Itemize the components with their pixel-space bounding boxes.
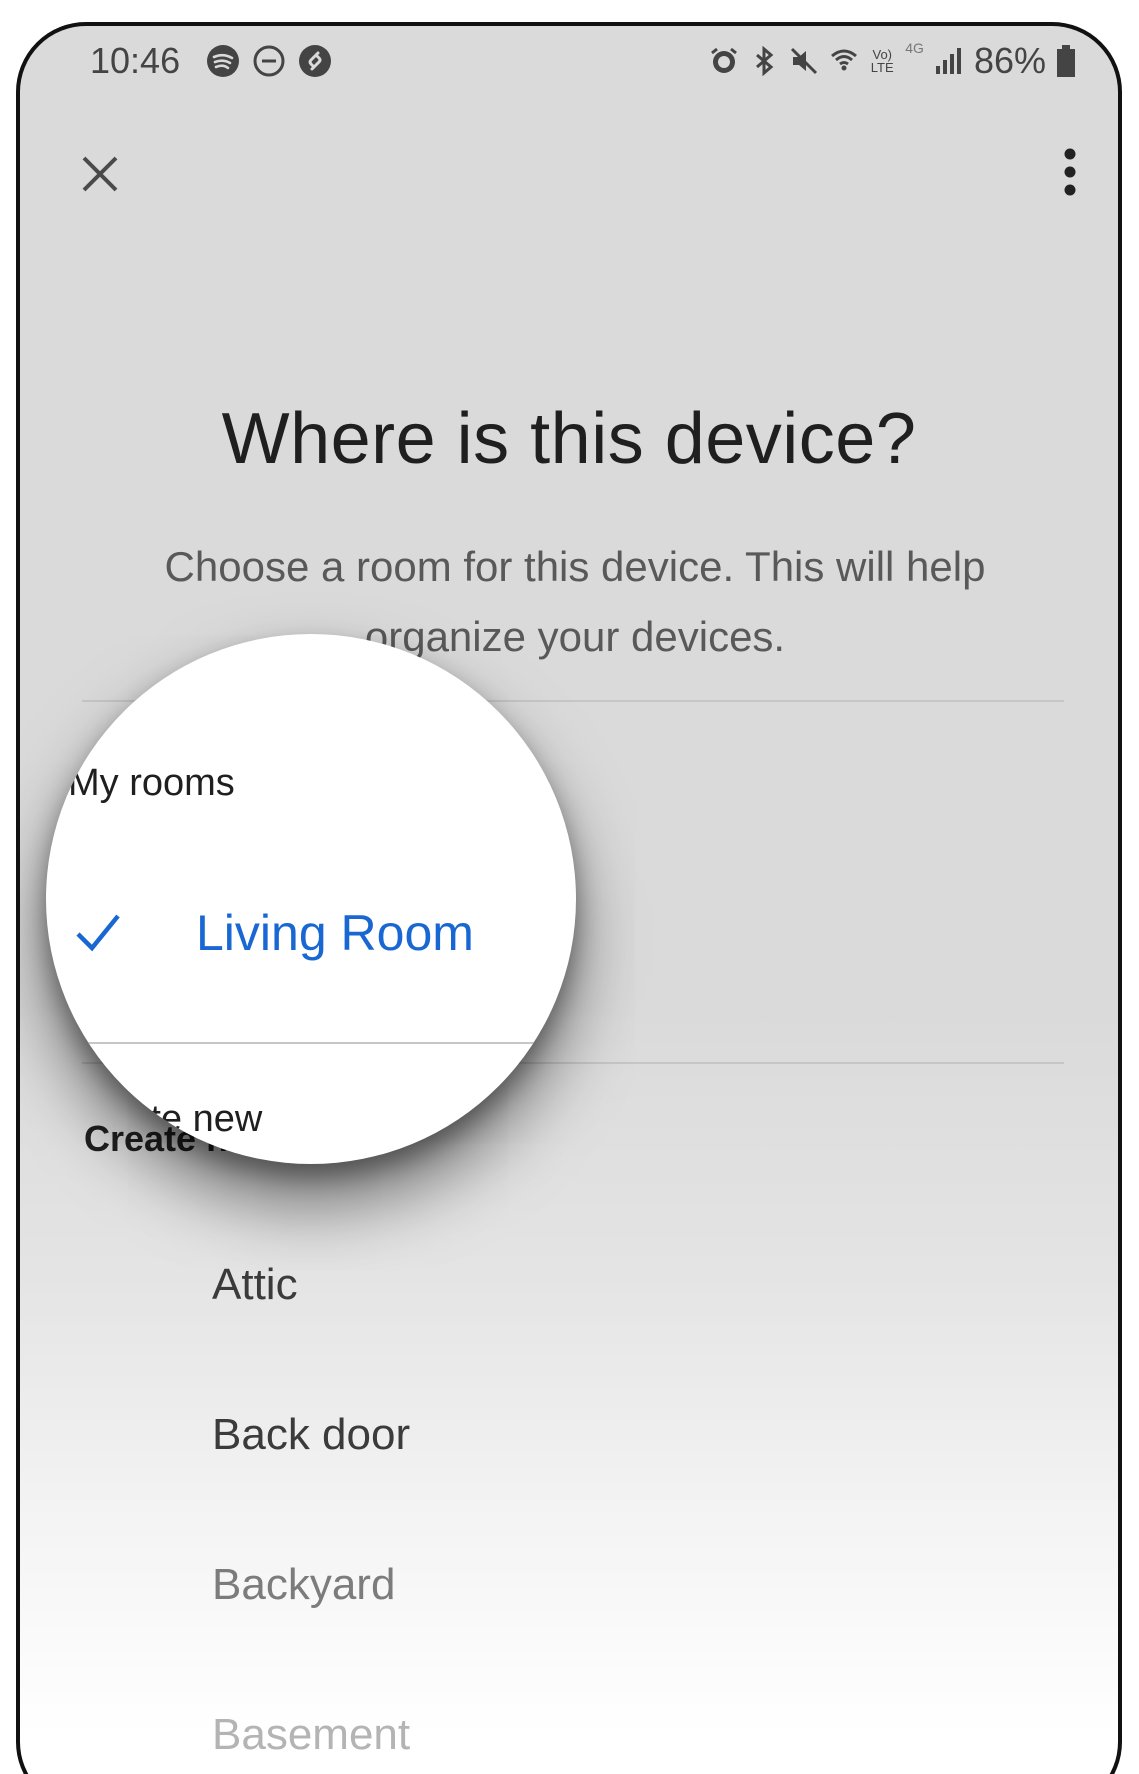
status-right-icons: Vo) LTE 4G 86% [709,40,1076,82]
magnified-living-room-label[interactable]: Living Room [196,904,474,962]
magnified-divider [66,1042,576,1044]
magnifier-content: My rooms Living Room Create new [46,634,576,1164]
status-time: 10:46 [90,40,181,81]
close-button[interactable] [70,144,130,204]
status-bar: 10:46 Vo) LTE 4G 86% [20,26,1118,116]
battery-icon [1057,45,1075,77]
battery-percent: 86% [973,40,1046,81]
close-icon [82,156,118,192]
magnifier-overlay: My rooms Living Room Create new [46,634,576,1164]
room-item-backyard[interactable]: Backyard [20,1560,1118,1680]
signal-icon [935,48,961,74]
room-item-basement[interactable]: Basement [20,1710,1118,1774]
wifi-icon [831,49,858,71]
page-title: Where is this device? [221,399,917,479]
mute-icon [791,47,818,75]
volte-label: Vo) LTE [870,47,894,75]
room-label: Basement [212,1710,411,1759]
shazam-icon [299,45,331,77]
room-label: Back door [212,1410,411,1459]
network-label: 4G [905,40,924,56]
phone-frame: 10:46 Vo) LTE 4G 86% Where is this devic… [16,22,1122,1774]
bluetooth-icon [756,46,774,76]
status-left-icons [206,44,332,78]
spotify-icon [207,45,239,77]
check-icon [76,914,120,952]
room-label: Backyard [212,1560,396,1609]
dnd-icon [253,45,285,77]
room-item-back-door[interactable]: Back door [20,1410,1118,1530]
magnified-my-rooms-label: My rooms [68,762,235,804]
more-options-button[interactable] [1036,140,1096,210]
room-label: Attic [212,1260,298,1309]
more-vert-icon [1064,148,1076,196]
magnified-create-new-label: Create new [68,1098,263,1140]
room-item-attic[interactable]: Attic [20,1260,1118,1380]
alarm-icon [711,47,738,73]
